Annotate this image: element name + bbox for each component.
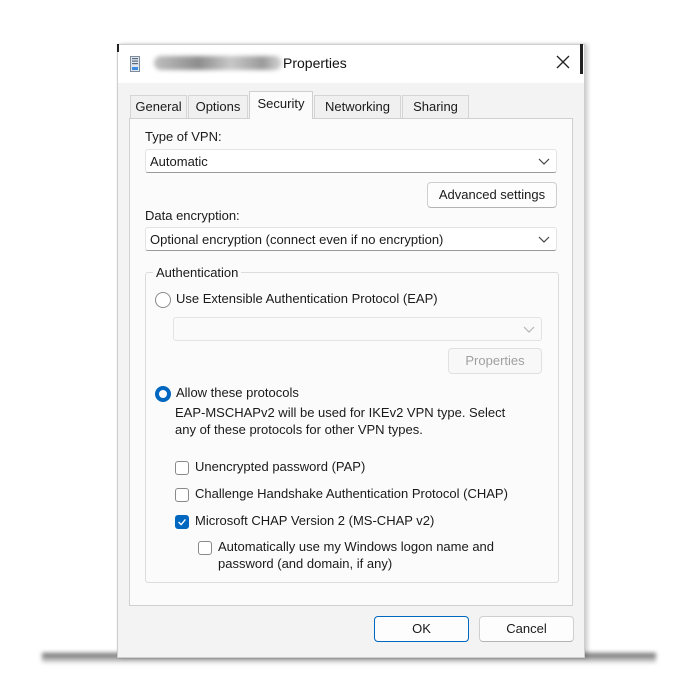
chap-label[interactable]: Challenge Handshake Authentication Proto…	[195, 486, 508, 501]
eap-properties-button[interactable]: Properties	[448, 348, 542, 374]
cancel-button[interactable]: Cancel	[479, 616, 574, 642]
windows-logon-label-line1[interactable]: Automatically use my Windows logon name …	[218, 539, 494, 554]
window-corner-mark	[117, 44, 123, 52]
allow-protocols-label[interactable]: Allow these protocols	[176, 385, 299, 400]
close-icon[interactable]	[552, 50, 574, 74]
data-encryption-dropdown[interactable]: Optional encryption (connect even if no …	[145, 227, 557, 251]
vpn-type-value: Automatic	[150, 154, 208, 169]
eap-method-dropdown[interactable]	[173, 317, 542, 341]
tab-sharing[interactable]: Sharing	[402, 95, 469, 118]
network-connection-icon	[130, 56, 140, 72]
data-encryption-label: Data encryption:	[145, 208, 240, 223]
chevron-down-icon	[538, 158, 550, 165]
data-encryption-value: Optional encryption (connect even if no …	[150, 232, 444, 247]
protocols-description-line2: any of these protocols for other VPN typ…	[175, 422, 423, 437]
chap-checkbox[interactable]	[175, 488, 189, 502]
vpn-type-dropdown[interactable]: Automatic	[145, 149, 557, 173]
properties-dialog: Properties General Options Security Netw…	[117, 44, 585, 658]
protocols-description-line1: EAP-MSCHAPv2 will be used for IKEv2 VPN …	[175, 405, 506, 420]
chevron-down-icon	[538, 236, 550, 243]
pap-label[interactable]: Unencrypted password (PAP)	[195, 459, 365, 474]
window-edge-mark	[580, 44, 583, 74]
tab-general[interactable]: General	[130, 95, 187, 118]
vpn-type-label: Type of VPN:	[145, 129, 222, 144]
pap-checkbox[interactable]	[175, 461, 189, 475]
redacted-connection-name	[154, 56, 282, 70]
checkmark-icon	[178, 518, 186, 526]
title-bar[interactable]: Properties	[118, 45, 584, 83]
mschapv2-checkbox[interactable]	[175, 515, 189, 529]
tab-security[interactable]: Security	[249, 91, 313, 119]
security-tab-panel: Type of VPN: Automatic Advanced settings…	[129, 118, 573, 606]
authentication-groupbox: Authentication Use Extensible Authentica…	[145, 265, 559, 583]
allow-protocols-radio[interactable]	[155, 386, 171, 402]
tab-options[interactable]: Options	[188, 95, 248, 118]
windows-logon-checkbox[interactable]	[198, 541, 212, 555]
advanced-settings-button[interactable]: Advanced settings	[427, 182, 557, 208]
windows-logon-label-line2[interactable]: password (and domain, if any)	[218, 556, 392, 571]
ok-button[interactable]: OK	[374, 616, 469, 642]
window-title: Properties	[283, 55, 347, 71]
eap-radio[interactable]	[155, 292, 171, 308]
mschapv2-label[interactable]: Microsoft CHAP Version 2 (MS-CHAP v2)	[195, 513, 434, 528]
tab-networking[interactable]: Networking	[314, 95, 401, 118]
eap-option-label[interactable]: Use Extensible Authentication Protocol (…	[176, 291, 438, 306]
chevron-down-icon	[523, 326, 535, 333]
authentication-legend: Authentication	[153, 265, 242, 280]
